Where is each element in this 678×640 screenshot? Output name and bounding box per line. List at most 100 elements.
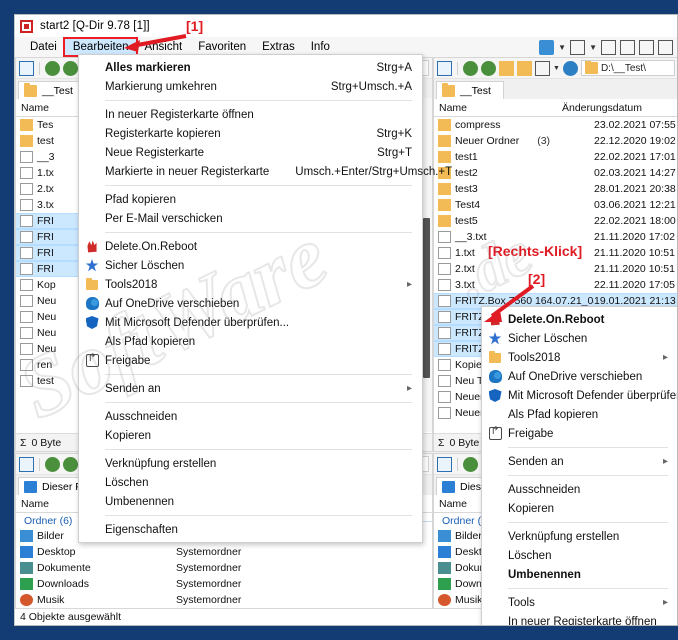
menu-item-verkn-pfung-erstellen[interactable]: Verknüpfung erstellen — [482, 527, 677, 546]
menu-item-tools[interactable]: Tools ▸ — [482, 593, 677, 612]
forward-icon[interactable] — [63, 60, 78, 76]
back-icon[interactable] — [45, 60, 60, 76]
file-icon — [20, 263, 33, 275]
file-date-cell: 21.11.2020 17:02 — [594, 231, 675, 243]
menu-item-delete-on-reboot[interactable]: Delete.On.Reboot — [79, 237, 422, 256]
menu-item-ausschneiden[interactable]: Ausschneiden — [482, 480, 677, 499]
menu-item-auf-onedrive-verschieben[interactable]: Auf OneDrive verschieben — [79, 294, 422, 313]
menu-item-auf-onedrive-verschieben[interactable]: Auf OneDrive verschieben — [482, 367, 677, 386]
file-row[interactable]: Desktop Systemordner — [16, 544, 432, 560]
menu-item-tools2018[interactable]: Tools2018 ▸ — [482, 348, 677, 367]
column-name[interactable]: Name — [434, 102, 562, 114]
menu-item-icon — [79, 495, 105, 508]
layout-dropdown-icon[interactable] — [570, 39, 586, 55]
refresh-icon[interactable] — [562, 60, 578, 76]
menu-item-umbenennen[interactable]: Umbenennen — [79, 492, 422, 511]
menu-item-in-neuer-registerkarte-ffnen[interactable]: In neuer Registerkarte öffnen — [79, 105, 422, 124]
menu-item-ausschneiden[interactable]: Ausschneiden — [79, 407, 422, 426]
menu-item-pfad-kopieren[interactable]: Pfad kopieren — [79, 190, 422, 209]
file-row[interactable]: test5 22.02.2021 18:00 — [434, 213, 677, 229]
details-view-icon[interactable] — [437, 456, 452, 472]
file-row[interactable]: Neuer Ordner (3) 22.12.2020 19:02 — [434, 133, 677, 149]
menu-item-als-pfad-kopieren[interactable]: Als Pfad kopieren — [482, 405, 677, 424]
file-context-menu[interactable]: Delete.On.Reboot Sicher Löschen Tools2018 ▸… — [481, 306, 678, 626]
file-row[interactable]: Dokumente Systemordner — [16, 560, 432, 576]
file-name-text: Neu — [37, 311, 57, 323]
hand-icon — [490, 313, 500, 326]
layout-1-icon[interactable] — [601, 39, 616, 55]
menu-extras[interactable]: Extras — [254, 39, 303, 55]
menu-datei[interactable]: Datei — [22, 39, 65, 55]
open-folder-icon[interactable] — [517, 60, 532, 76]
menu-item-sicher-l-schen[interactable]: Sicher Löschen — [79, 256, 422, 275]
menu-item-sicher-l-schen[interactable]: Sicher Löschen — [482, 329, 677, 348]
no-icon — [86, 523, 99, 536]
menu-item-icon — [482, 615, 508, 625]
file-row[interactable]: 3.txt 22.11.2020 17:05 — [434, 277, 677, 293]
menu-item-kopieren[interactable]: Kopieren — [482, 499, 677, 518]
view-mode-icon[interactable] — [535, 60, 550, 76]
layout-dropdown-caret-icon[interactable]: ▼ — [589, 43, 597, 52]
bearbeiten-dropdown-menu[interactable]: Alles markieren Strg+A Markierung umkehren… — [78, 54, 452, 543]
file-row[interactable]: compress 23.02.2021 07:55 — [434, 117, 677, 133]
menu-item-umbenennen[interactable]: Umbenennen — [482, 565, 677, 584]
forward-icon[interactable] — [63, 456, 78, 472]
menu-item-l-schen[interactable]: Löschen — [79, 473, 422, 492]
up-folder-icon[interactable] — [499, 60, 514, 76]
details-view-icon[interactable] — [437, 60, 452, 76]
view-mode-caret-icon[interactable]: ▼ — [553, 65, 560, 72]
documents-icon — [20, 562, 33, 574]
file-row[interactable]: test2 02.03.2021 14:27 — [434, 165, 677, 181]
file-row[interactable]: test1 22.02.2021 17:01 — [434, 149, 677, 165]
layout-2-icon[interactable] — [620, 39, 635, 55]
menu-item-l-schen[interactable]: Löschen — [482, 546, 677, 565]
back-icon[interactable] — [463, 60, 478, 76]
menu-info[interactable]: Info — [303, 39, 338, 55]
scrollbar-thumb[interactable] — [423, 218, 430, 378]
menu-item-verkn-pfung-erstellen[interactable]: Verknüpfung erstellen — [79, 454, 422, 473]
menu-item-tools2018[interactable]: Tools2018 ▸ — [79, 275, 422, 294]
menu-item-alles-markieren[interactable]: Alles markieren Strg+A — [79, 58, 422, 77]
menu-favoriten[interactable]: Favoriten — [190, 39, 254, 55]
layout-4-icon[interactable] — [658, 39, 673, 55]
menu-item-kopieren[interactable]: Kopieren — [79, 426, 422, 445]
details-view-icon[interactable] — [19, 60, 34, 76]
menu-item-registerkarte-kopieren[interactable]: Registerkarte kopieren Strg+K — [79, 124, 422, 143]
menu-item-label: Mit Microsoft Defender überprüfen... — [508, 389, 678, 402]
menu-item-in-neuer-registerkarte-ffnen[interactable]: In neuer Registerkarte öffnen — [482, 612, 677, 626]
menu-item-neue-registerkarte[interactable]: Neue Registerkarte Strg+T — [79, 143, 422, 162]
menu-item-delete-on-reboot[interactable]: Delete.On.Reboot — [482, 310, 677, 329]
menu-item-senden-an[interactable]: Senden an ▸ — [79, 379, 422, 398]
menu-ansicht[interactable]: Ansicht — [136, 39, 190, 55]
layout-3-icon[interactable] — [639, 39, 654, 55]
menu-item-per-e-mail-verschicken[interactable]: Per E-Mail verschicken — [79, 209, 422, 228]
file-row[interactable]: Musik Systemordner — [16, 592, 432, 608]
menu-item-als-pfad-kopieren[interactable]: Als Pfad kopieren — [79, 332, 422, 351]
tab-test-right[interactable]: __Test — [436, 81, 504, 99]
details-view-icon[interactable] — [19, 456, 34, 472]
column-date[interactable]: Änderungsdatum — [562, 102, 677, 114]
menu-item-markierung-umkehren[interactable]: Markierung umkehren Strg+Umsch.+A — [79, 77, 422, 96]
back-icon[interactable] — [45, 456, 60, 472]
menu-item-icon — [79, 410, 105, 423]
menu-item-senden-an[interactable]: Senden an ▸ — [482, 452, 677, 471]
file-row[interactable]: test3 28.01.2021 20:38 — [434, 181, 677, 197]
view-split-dropdown-icon[interactable]: ▼ — [558, 43, 566, 52]
view-split-icon[interactable] — [539, 39, 555, 55]
address-bar-top-right[interactable]: D:\__Test\ — [580, 60, 675, 76]
forward-icon[interactable] — [481, 60, 496, 76]
shield-icon — [488, 389, 502, 402]
menu-item-freigabe[interactable]: Freigabe — [482, 424, 677, 443]
file-row[interactable]: 2.txt 21.11.2020 10:51 — [434, 261, 677, 277]
menu-item-freigabe[interactable]: Freigabe — [79, 351, 422, 370]
menu-bearbeiten[interactable]: Bearbeiten — [62, 37, 139, 57]
back-icon[interactable] — [463, 456, 478, 472]
menu-item-eigenschaften[interactable]: Eigenschaften — [79, 520, 422, 539]
menu-item-mit-microsoft-defender-berpr-fen[interactable]: Mit Microsoft Defender überprüfen... — [482, 386, 678, 405]
file-row[interactable]: Downloads Systemordner — [16, 576, 432, 592]
file-row[interactable]: Test4 03.06.2021 12:21 — [434, 197, 677, 213]
menu-item-mit-microsoft-defender-berpr-fen[interactable]: Mit Microsoft Defender überprüfen... — [79, 313, 422, 332]
tab-test-left[interactable]: __Test — [18, 81, 86, 99]
file-name-text: 1.txt — [455, 247, 475, 259]
menu-item-markierte-in-neuer-registerkarte[interactable]: Markierte in neuer Registerkarte Umsch.+E… — [79, 162, 452, 181]
